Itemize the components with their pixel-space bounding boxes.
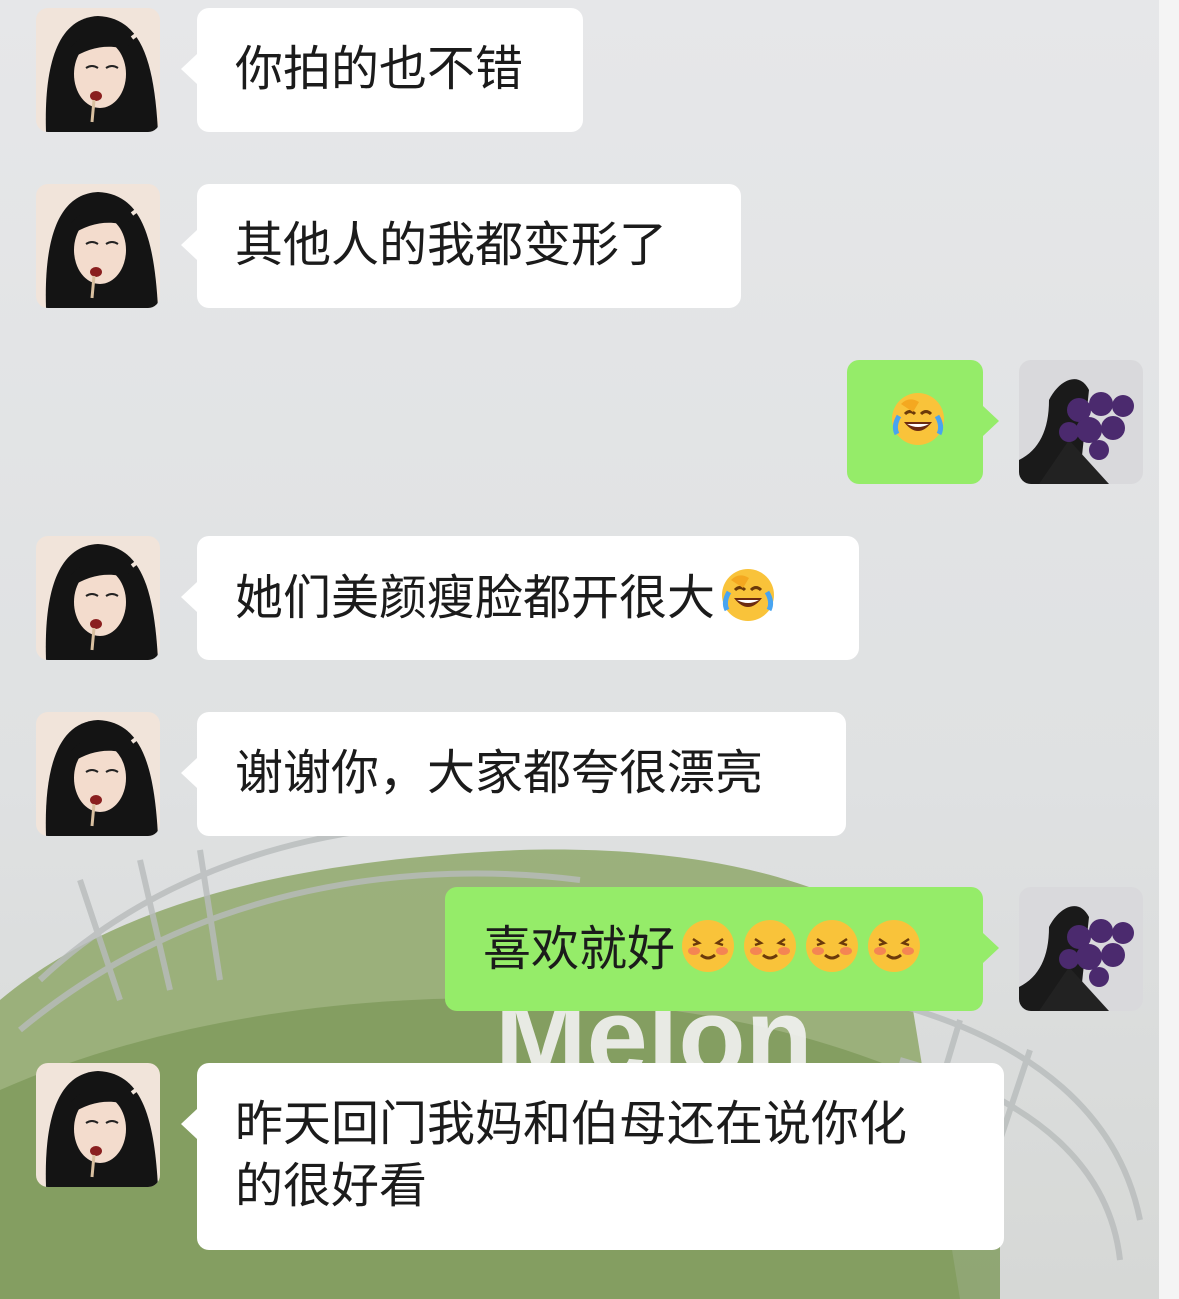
blushing-smile-emoji	[741, 917, 799, 975]
laughing-crying-emoji	[719, 566, 777, 624]
message-bubble[interactable]: 谢谢你，大家都夸很漂亮	[181, 712, 846, 836]
message-bubble[interactable]: 其他人的我都变形了	[181, 184, 741, 308]
contact-avatar[interactable]	[36, 536, 160, 660]
contact-avatar[interactable]	[36, 712, 160, 836]
message-text: 她们美颜瘦脸都开很大	[235, 570, 716, 626]
contact-avatar[interactable]	[36, 184, 160, 308]
message-bubble[interactable]: 喜欢就好	[445, 887, 999, 1011]
blushing-smile-emoji	[803, 917, 861, 975]
message-text: 昨天回门我妈和伯母还在说你化 的很好看	[235, 1096, 908, 1214]
contact-avatar[interactable]	[36, 8, 160, 132]
blushing-smile-emoji	[679, 917, 737, 975]
laughing-crying-emoji	[889, 390, 947, 448]
message-text: 你拍的也不错	[235, 41, 524, 97]
message-bubble[interactable]	[847, 360, 999, 484]
message-text: 其他人的我都变形了	[235, 217, 668, 273]
my-avatar[interactable]	[1019, 360, 1143, 484]
contact-avatar[interactable]	[36, 1063, 160, 1187]
my-avatar[interactable]	[1019, 887, 1143, 1011]
message-bubble[interactable]: 昨天回门我妈和伯母还在说你化 的很好看	[181, 1063, 1004, 1250]
message-text: 喜欢就好	[483, 921, 676, 977]
message-bubble[interactable]: 你拍的也不错	[181, 8, 583, 132]
message-text: 谢谢你，大家都夸很漂亮	[235, 745, 764, 801]
right-edge	[1159, 0, 1179, 1299]
message-bubble[interactable]: 她们美颜瘦脸都开很大	[181, 536, 859, 660]
blushing-smile-emoji	[865, 917, 923, 975]
